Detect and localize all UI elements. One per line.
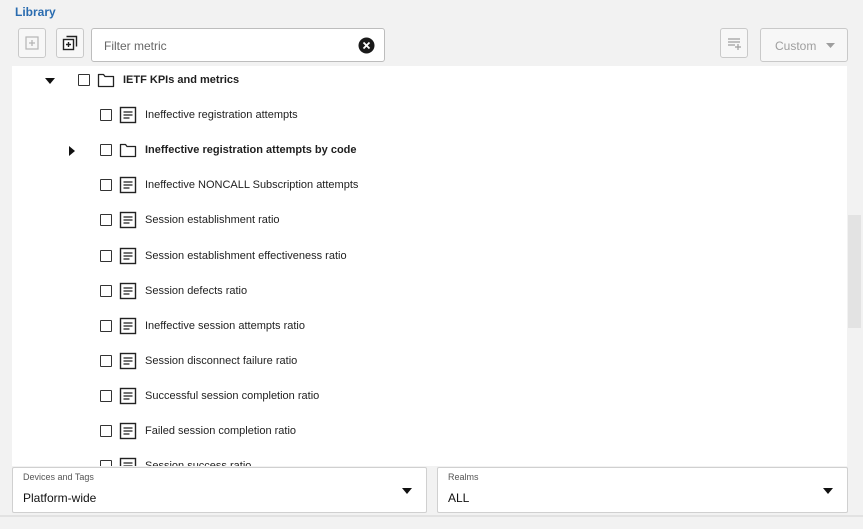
tree-metric-row[interactable]: Ineffective registration attempts xyxy=(12,101,847,131)
realms-select[interactable]: Realms ALL xyxy=(437,467,848,513)
caret-right-icon[interactable] xyxy=(67,146,77,157)
tree-metric-row[interactable]: Session establishment effectiveness rati… xyxy=(12,242,847,272)
toolbar: Custom xyxy=(0,28,863,64)
row-checkbox[interactable] xyxy=(100,109,112,122)
folder-icon xyxy=(119,141,137,159)
clear-circle-icon[interactable] xyxy=(358,37,375,54)
tree-item-label: Session defects ratio xyxy=(145,284,248,297)
row-checkbox[interactable] xyxy=(100,354,112,367)
row-checkbox[interactable] xyxy=(78,74,90,86)
caret-down-icon xyxy=(402,488,412,494)
row-checkbox[interactable] xyxy=(100,179,112,192)
list-add-button[interactable] xyxy=(720,28,748,58)
metric-document-icon xyxy=(119,422,137,440)
tree-folder-row[interactable]: IETF KPIs and metrics xyxy=(12,66,847,96)
row-checkbox[interactable] xyxy=(100,214,112,227)
metric-document-icon xyxy=(119,352,137,370)
filter-metric-input[interactable] xyxy=(102,36,356,56)
tree-item-label: Session establishment ratio xyxy=(145,214,280,227)
caret-down-icon xyxy=(823,488,833,494)
panel-title: Library xyxy=(15,5,56,19)
tree-item-label: Failed session completion ratio xyxy=(145,425,297,437)
scrollbar-thumb[interactable] xyxy=(848,215,861,328)
devices-tags-label: Devices and Tags xyxy=(23,472,94,482)
devices-tags-select[interactable]: Devices and Tags Platform-wide xyxy=(12,467,427,513)
tree-item-label: Session disconnect failure ratio xyxy=(145,354,298,367)
tree-item-label: Successful session completion ratio xyxy=(145,389,320,402)
metric-document-icon xyxy=(119,106,137,124)
metric-document-icon xyxy=(119,387,137,405)
row-checkbox[interactable] xyxy=(100,144,112,157)
copy-add-icon xyxy=(62,35,78,51)
tree-metric-row[interactable]: Session disconnect failure ratio xyxy=(12,347,847,377)
plus-square-icon xyxy=(25,36,39,50)
custom-dropdown-button[interactable]: Custom xyxy=(760,28,848,62)
row-checkbox[interactable] xyxy=(100,249,112,262)
folder-icon xyxy=(97,71,115,89)
devices-tags-value: Platform-wide xyxy=(23,491,97,505)
tree-folder-row[interactable]: Ineffective registration attempts by cod… xyxy=(12,136,847,166)
metric-document-icon xyxy=(119,282,137,300)
metric-tree: IETF KPIs and metrics Ineffective registr… xyxy=(12,66,847,466)
tree-metric-row[interactable]: Session success ratio xyxy=(12,452,847,466)
row-checkbox[interactable] xyxy=(100,389,112,402)
tree-metric-row[interactable]: Failed session completion ratio xyxy=(12,417,847,447)
tree-item-label: IETF KPIs and metrics xyxy=(123,74,240,86)
row-checkbox[interactable] xyxy=(100,425,112,437)
caret-down-icon[interactable] xyxy=(45,76,55,86)
tree-item-label: Ineffective registration attempts xyxy=(145,109,298,122)
row-checkbox[interactable] xyxy=(100,284,112,297)
tree-item-label: Ineffective NONCALL Subscription attempt… xyxy=(145,179,359,192)
tree-item-label: Ineffective registration attempts by cod… xyxy=(145,144,357,157)
tree-metric-row[interactable]: Ineffective session attempts ratio xyxy=(12,312,847,342)
list-add-icon xyxy=(728,38,741,50)
filter-metric-search xyxy=(91,28,385,62)
tree-metric-row[interactable]: Session establishment ratio xyxy=(12,206,847,236)
tree-metric-row[interactable]: Ineffective NONCALL Subscription attempt… xyxy=(12,171,847,201)
metric-document-icon xyxy=(119,247,137,265)
tree-metric-row[interactable]: Session defects ratio xyxy=(12,277,847,307)
realms-value: ALL xyxy=(448,491,470,505)
tree-metric-row[interactable]: Successful session completion ratio xyxy=(12,382,847,412)
metric-document-icon xyxy=(119,317,137,335)
metric-document-icon xyxy=(119,211,137,229)
add-metric-button[interactable] xyxy=(18,28,46,58)
realms-label: Realms xyxy=(448,472,479,482)
caret-down-icon xyxy=(826,43,835,48)
filter-bar: Devices and Tags Platform-wide Realms AL… xyxy=(0,465,863,529)
row-checkbox[interactable] xyxy=(100,319,112,332)
tree-item-label: Session establishment effectiveness rati… xyxy=(145,249,347,262)
add-child-button[interactable] xyxy=(56,28,84,58)
metric-document-icon xyxy=(119,176,137,194)
custom-button-label: Custom xyxy=(775,39,817,53)
bottom-divider xyxy=(0,515,863,517)
tree-item-label: Ineffective session attempts ratio xyxy=(145,319,305,332)
